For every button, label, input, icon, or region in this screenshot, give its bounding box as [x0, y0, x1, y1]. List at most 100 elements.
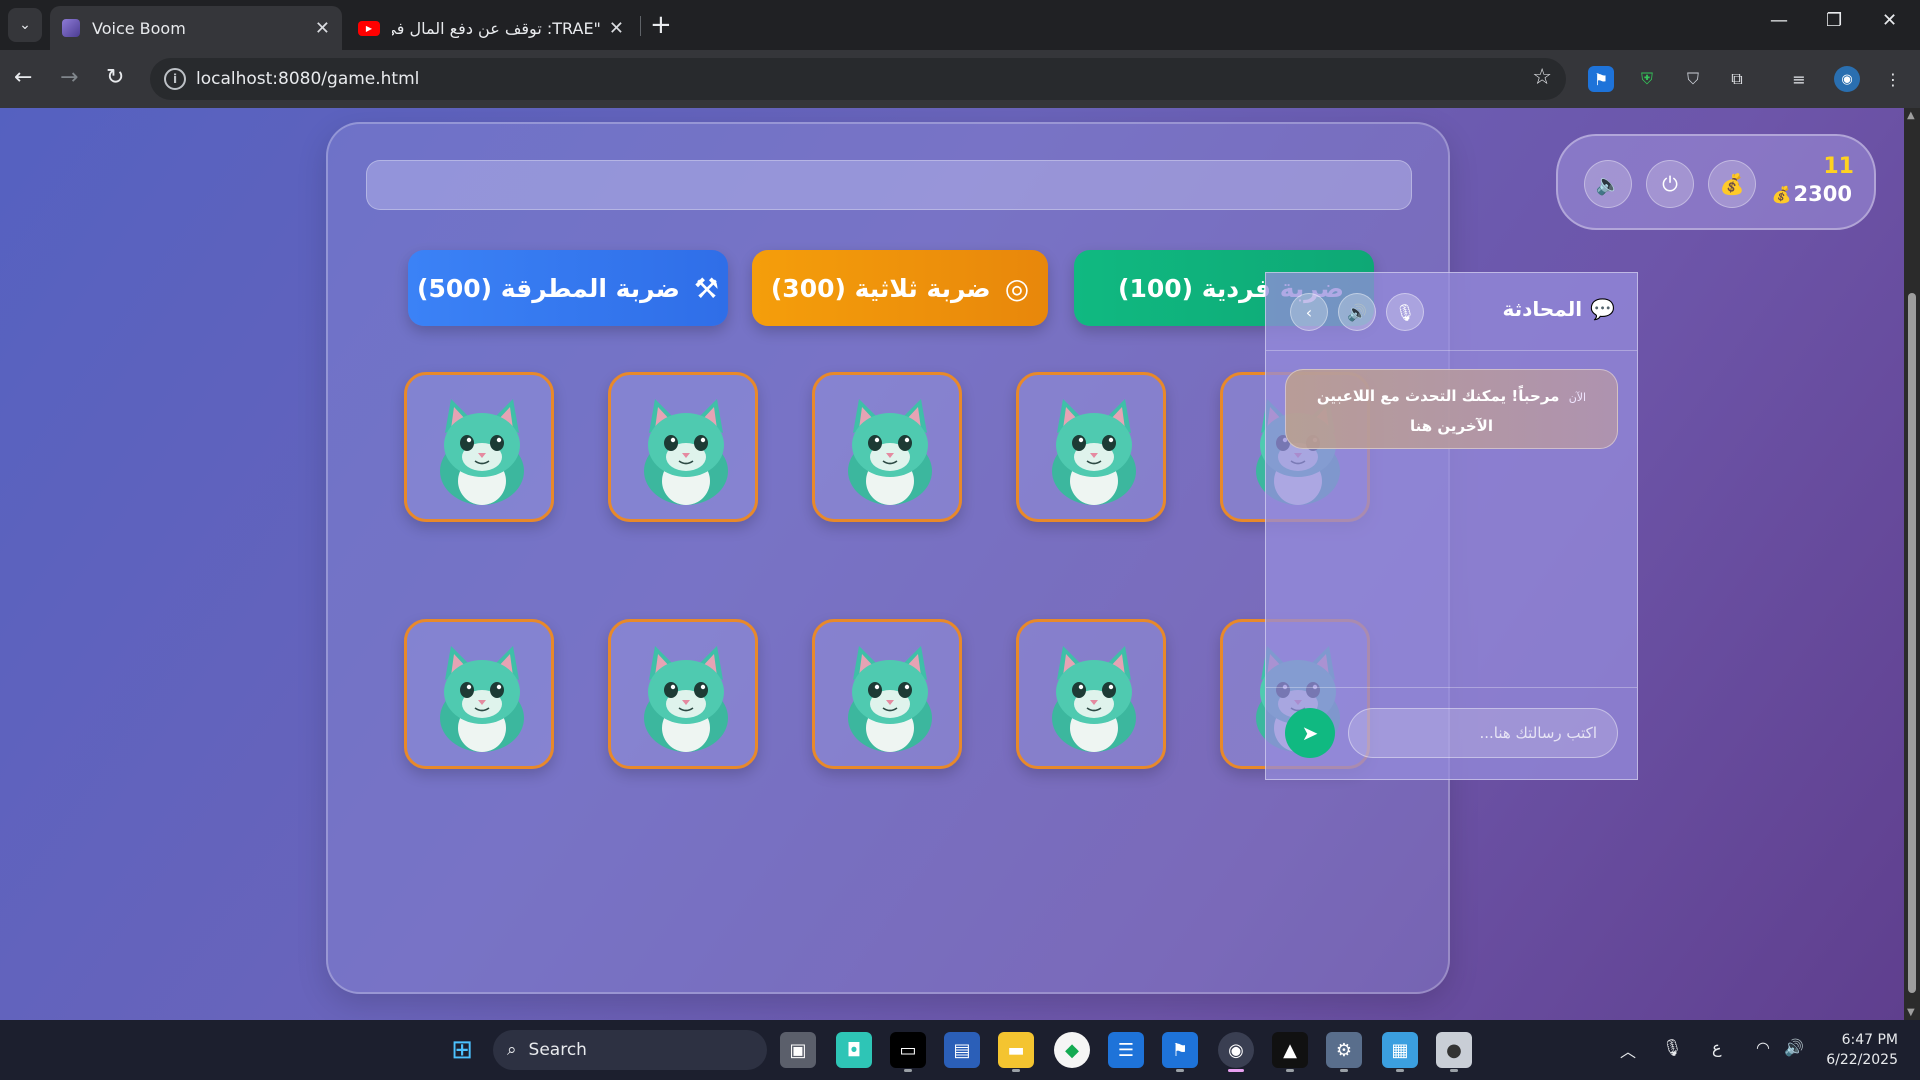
chat-header: ‹ 🔊 🎙 المحادثة 💬 — [1266, 273, 1637, 351]
message-time: الآن — [1568, 391, 1587, 404]
volume-icon[interactable]: 🔊 — [1784, 1038, 1804, 1057]
reload-icon[interactable]: ↻ — [106, 64, 124, 92]
system-clock[interactable]: 6:47 PM 6/22/2025 — [1826, 1030, 1898, 1070]
voice-boom-favicon-icon — [62, 19, 80, 37]
profile-avatar[interactable]: ◉ — [1834, 66, 1860, 92]
tab-youtube[interactable]: ▶ "TRAE: توقف عن دفع المال في Cu ✕ — [346, 6, 636, 50]
cat-card[interactable] — [812, 619, 962, 769]
running-indicator — [1176, 1069, 1184, 1072]
speaker-icon: 🔈 — [1595, 172, 1621, 196]
cat-card[interactable] — [1016, 372, 1166, 522]
extensions-puzzle-icon[interactable]: ⧉ — [1724, 66, 1750, 92]
chat-collapse-button[interactable]: ‹ — [1290, 293, 1328, 331]
file-explorer-icon[interactable]: ▬ — [998, 1032, 1034, 1072]
site-info-icon[interactable]: i — [164, 68, 186, 90]
wifi-icon[interactable]: ◠ — [1756, 1038, 1770, 1057]
search-icon: ⌕ — [507, 1040, 517, 1060]
cat-avatar-icon — [440, 399, 524, 505]
player-hud: 🔈 ⏻ 💰 11 💰 2300 — [1556, 134, 1876, 230]
cube-app-icon[interactable]: ▲ — [1272, 1032, 1308, 1072]
app-window-icon[interactable]: ▦ — [1382, 1032, 1418, 1072]
hammer-icon: ⚒ — [693, 271, 719, 305]
send-button[interactable]: ➤ — [1285, 708, 1335, 758]
extension-shield-icon[interactable]: ⛉ — [1680, 66, 1706, 92]
cat-card[interactable] — [1016, 619, 1166, 769]
tab-search-button[interactable]: ⌄ — [8, 8, 42, 42]
app-flag-icon[interactable]: ⚑ — [1162, 1032, 1198, 1072]
forward-icon[interactable]: → — [60, 64, 78, 92]
windows-start-icon[interactable]: ⊞ — [444, 1032, 480, 1068]
money-bag-icon: 💰 — [1771, 184, 1792, 204]
send-plane-icon: ➤ — [1301, 721, 1319, 745]
chrome-icon[interactable]: ◉ — [1218, 1032, 1254, 1072]
message-text: مرحباً! يمكنك التحدث مع اللاعبين الآخرين… — [1316, 387, 1560, 435]
close-icon[interactable]: ✕ — [315, 18, 330, 39]
back-icon[interactable]: ← — [14, 64, 32, 92]
address-bar[interactable]: i localhost:8080/game.html ☆ — [150, 58, 1566, 100]
cat-card[interactable] — [404, 619, 554, 769]
cat-card[interactable] — [404, 372, 554, 522]
running-indicator — [1286, 1069, 1294, 1072]
task-view-icon[interactable]: ▣ — [780, 1032, 816, 1068]
tab-voice-boom[interactable]: Voice Boom ✕ — [50, 6, 342, 50]
cat-avatar-icon — [440, 646, 524, 752]
chat-title: المحادثة 💬 — [1502, 297, 1615, 321]
cat-card[interactable] — [812, 372, 962, 522]
microphone-icon[interactable]: 🎙 — [1662, 1038, 1682, 1057]
terminal-icon[interactable]: ▭ — [890, 1032, 926, 1072]
taskbar-search[interactable]: ⌕ Search — [493, 1030, 767, 1070]
attack-label: ضربة المطرقة (500) — [417, 273, 680, 303]
active-indicator — [1228, 1069, 1244, 1072]
settings-gear-icon[interactable]: ⚙ — [1326, 1032, 1362, 1072]
cat-avatar-icon — [848, 646, 932, 752]
tab-separator — [640, 16, 641, 36]
target-icon: ◎ — [1004, 271, 1030, 305]
cat-card[interactable] — [608, 619, 758, 769]
windows-taskbar: ⊞ ⌕ Search ▣ ◘ ▭ ▤ ▬ ◆ ☰ ⚑ ◉ ▲ ⚙ ▦ ● ︿ 🎙… — [0, 1020, 1920, 1080]
money-bag-icon: 💰 — [1719, 172, 1745, 196]
search-label: Search — [528, 1040, 587, 1060]
extension-flag-icon[interactable]: ⚑ — [1588, 66, 1614, 92]
cat-card[interactable] — [608, 372, 758, 522]
page-scrollbar[interactable]: ▲ ▼ — [1904, 108, 1920, 1020]
remote-desktop-icon[interactable]: ▤ — [944, 1032, 980, 1068]
chat-bubbles-icon: 💬 — [1590, 297, 1615, 321]
hammer-attack-button[interactable]: ضربة المطرقة (500) ⚒ — [408, 250, 728, 326]
scroll-down-icon[interactable]: ▼ — [1907, 1007, 1915, 1018]
power-button[interactable]: ⏻ — [1646, 160, 1694, 208]
chat-title-text: المحادثة — [1502, 297, 1583, 321]
minimize-icon[interactable]: — — [1770, 10, 1788, 31]
scrollbar-thumb[interactable] — [1908, 293, 1916, 993]
input-language[interactable]: ع — [1712, 1038, 1722, 1057]
chat-mic-button[interactable]: 🎙 — [1386, 293, 1424, 331]
scroll-up-icon[interactable]: ▲ — [1907, 110, 1915, 121]
chat-message-input[interactable] — [1348, 708, 1618, 758]
running-indicator — [904, 1069, 912, 1072]
window-close-icon[interactable]: ✕ — [1882, 10, 1897, 31]
chevron-left-icon: ‹ — [1305, 302, 1313, 322]
bookmark-star-icon[interactable]: ☆ — [1532, 65, 1552, 90]
triple-attack-button[interactable]: ضربة ثلاثية (300) ◎ — [752, 250, 1048, 326]
money-bag-button[interactable]: 💰 — [1708, 160, 1756, 208]
cat-avatar-icon — [644, 399, 728, 505]
game-page: ضربة المطرقة (500) ⚒ ضربة ثلاثية (300) ◎… — [0, 108, 1904, 1020]
chat-speaker-button[interactable]: 🔊 — [1338, 293, 1376, 331]
attack-label: ضربة ثلاثية (300) — [770, 273, 991, 303]
coin-value: 2300 — [1793, 182, 1852, 206]
browser-menu-icon[interactable]: ⋮ — [1880, 66, 1906, 92]
extension-shield-green-icon[interactable]: ⛨ — [1634, 66, 1660, 92]
url-text: localhost:8080/game.html — [196, 69, 420, 89]
running-indicator — [1396, 1069, 1404, 1072]
new-tab-button[interactable]: + — [650, 10, 672, 40]
close-icon[interactable]: ✕ — [609, 18, 624, 39]
volume-button[interactable]: 🔈 — [1584, 160, 1632, 208]
mouse-app-icon[interactable]: ● — [1436, 1032, 1472, 1072]
restore-icon[interactable]: ❐ — [1826, 10, 1842, 31]
tab-title: "TRAE: توقف عن دفع المال في Cu — [392, 18, 601, 38]
mongodb-icon[interactable]: ◆ — [1054, 1032, 1090, 1068]
notepad-icon[interactable]: ☰ — [1108, 1032, 1144, 1068]
media-controls-icon[interactable]: ≡ — [1786, 66, 1812, 92]
app-icon-chat[interactable]: ◘ — [836, 1032, 872, 1068]
youtube-favicon-icon: ▶ — [358, 20, 380, 36]
tray-chevron-up-icon[interactable]: ︿ — [1620, 1038, 1636, 1062]
